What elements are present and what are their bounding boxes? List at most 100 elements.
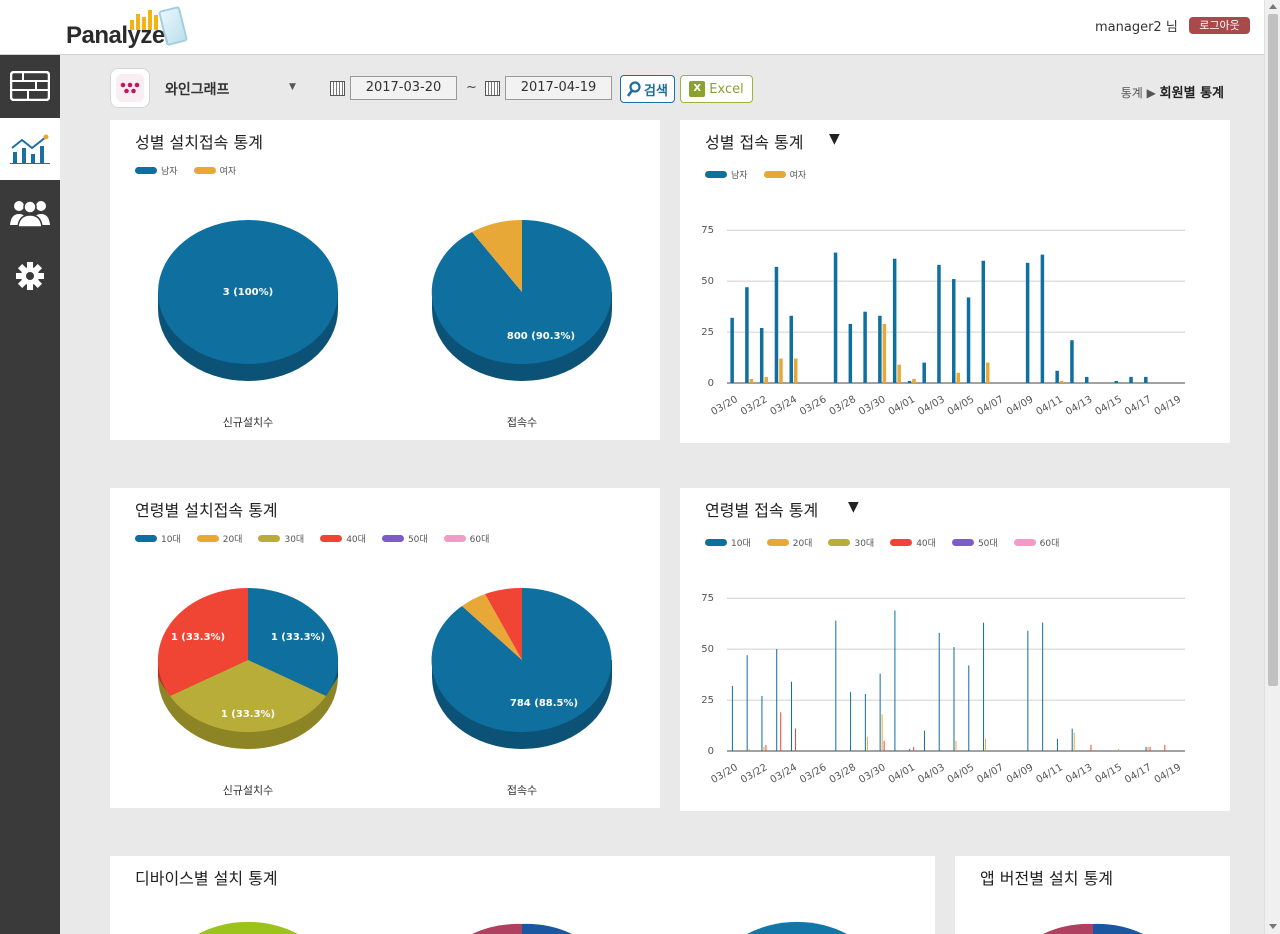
bar-10대	[864, 693, 866, 751]
y-tick-label: 0	[708, 746, 714, 757]
x-tick-label: 04/19	[1153, 762, 1183, 786]
bar-남자	[745, 287, 749, 383]
age-access-bar-chart: 025507503/20 03/22 03/24 03/26 03/28 03/30 04/…	[701, 593, 1185, 786]
bar-10대	[983, 622, 985, 751]
bar-여자	[764, 376, 768, 383]
x-tick-label: 04/11	[1034, 762, 1064, 786]
pie-slice	[198, 921, 298, 934]
bar-20대	[1073, 732, 1075, 751]
sidebar-item-settings[interactable]	[0, 245, 60, 307]
scroll-down-arrow-icon[interactable]	[1269, 924, 1277, 929]
gender-install-pies: 3 (100%) 800 (90.3%)	[158, 219, 612, 381]
pie-caption: 접속수	[506, 784, 538, 797]
chart-line-icon	[10, 134, 50, 164]
vertical-scrollbar[interactable]	[1264, 0, 1280, 934]
x-tick-label: 03/24	[769, 762, 799, 786]
end-date-input[interactable]: 2017-04-19	[505, 76, 612, 100]
x-tick-label: 03/26	[798, 394, 828, 418]
bar-남자	[1040, 254, 1045, 383]
bar-10대	[953, 647, 955, 751]
breadcrumb-arrow-icon: ▶	[1146, 86, 1156, 100]
x-tick-label: 04/07	[975, 762, 1005, 786]
calendar-icon[interactable]	[330, 81, 345, 96]
y-tick-label: 75	[701, 225, 714, 236]
logo-bars-icon	[130, 10, 158, 30]
x-tick-label: 04/15	[1094, 394, 1124, 418]
calendar-icon[interactable]	[485, 81, 500, 96]
x-tick-label: 03/28	[828, 394, 858, 418]
excel-button-label: Excel	[709, 81, 744, 97]
x-tick-label: 04/07	[975, 394, 1005, 418]
bar-20대	[881, 714, 883, 751]
card-device-install: 디바이스별 설치 통계	[110, 856, 935, 934]
bar-20대	[763, 746, 765, 751]
bar-40대	[883, 740, 885, 751]
bar-10대	[776, 649, 778, 751]
version-pie-partial	[1043, 923, 1143, 934]
pie-data-label: 800 (90.3%)	[507, 331, 575, 342]
logout-button[interactable]: 로그아웃	[1189, 17, 1250, 34]
bar-남자	[1114, 380, 1119, 383]
wine-app-icon	[116, 74, 144, 102]
bar-40대	[794, 728, 796, 751]
excel-button[interactable]: X Excel	[680, 75, 753, 103]
bar-남자	[922, 362, 926, 383]
bar-남자	[981, 260, 986, 383]
breadcrumb-parent[interactable]: 통계	[1121, 86, 1143, 100]
bar-10대	[923, 730, 925, 751]
bar-남자	[1129, 376, 1133, 383]
search-button-label: 검색	[644, 83, 668, 99]
bar-40대	[1090, 744, 1092, 751]
bar-남자	[1055, 370, 1059, 383]
bar-여자	[1059, 380, 1064, 383]
panalyzer-logo[interactable]: Panalyzer	[66, 5, 189, 49]
chevron-down-icon[interactable]: ▼	[289, 82, 296, 92]
x-tick-label: 03/22	[739, 762, 769, 786]
sidebar-item-users[interactable]	[0, 181, 60, 243]
top-header: Panalyzer manager2 님 로그아웃	[0, 0, 1264, 55]
bar-남자	[878, 315, 882, 383]
bar-40대	[1149, 746, 1151, 751]
start-date-input[interactable]: 2017-03-20	[350, 76, 457, 100]
bar-남자	[730, 317, 734, 383]
card-gender-install: 성별 설치접속 통계 남자 여자 3 (100%) 800 (90.3%) 신규…	[110, 120, 660, 440]
pie-caption: 접속수	[506, 416, 538, 429]
bar-여자	[897, 364, 901, 383]
bar-남자	[1144, 376, 1148, 383]
bar-남자	[848, 323, 853, 383]
y-tick-label: 75	[701, 593, 714, 604]
bar-여자	[882, 323, 887, 383]
x-tick-label: 04/13	[1064, 394, 1094, 418]
bar-40대	[765, 744, 767, 751]
sidebar-item-statistics[interactable]	[0, 118, 60, 180]
app-icon[interactable]	[110, 68, 150, 108]
x-tick-label: 04/09	[1005, 394, 1035, 418]
bar-남자	[907, 380, 912, 383]
bar-20대	[955, 740, 957, 751]
excel-icon: X	[689, 81, 706, 97]
scroll-thumb[interactable]	[1268, 14, 1278, 686]
bar-여자	[912, 378, 916, 383]
bar-10대	[909, 748, 911, 751]
bar-남자	[1084, 376, 1089, 383]
bar-10대	[1145, 746, 1147, 751]
device-pies-partial	[198, 921, 847, 934]
bar-남자	[1025, 262, 1030, 383]
bar-여자	[956, 372, 960, 383]
user-name: manager2 님	[1095, 20, 1178, 35]
bar-40대	[780, 712, 782, 751]
bar-10대	[850, 691, 852, 751]
card-age-access: 연령별 접속 통계 ▼ 10대 20대 30대 40대 50대 60대 0 25 5…	[680, 488, 1230, 811]
x-tick-label: 03/24	[769, 394, 799, 418]
bar-10대	[731, 685, 733, 751]
x-tick-label: 04/13	[1064, 762, 1094, 786]
search-button[interactable]: 검색	[620, 75, 675, 103]
pie-access: 784 (88.5%)	[431, 587, 612, 749]
x-tick-label: 03/26	[798, 762, 828, 786]
bar-10대	[1027, 630, 1029, 751]
bar-여자	[779, 358, 783, 383]
bar-10대	[894, 610, 896, 751]
sidebar-item-dashboard[interactable]	[0, 55, 60, 117]
app-select-value[interactable]: 와인그래프	[165, 79, 229, 99]
scroll-up-arrow-icon[interactable]	[1269, 4, 1277, 9]
